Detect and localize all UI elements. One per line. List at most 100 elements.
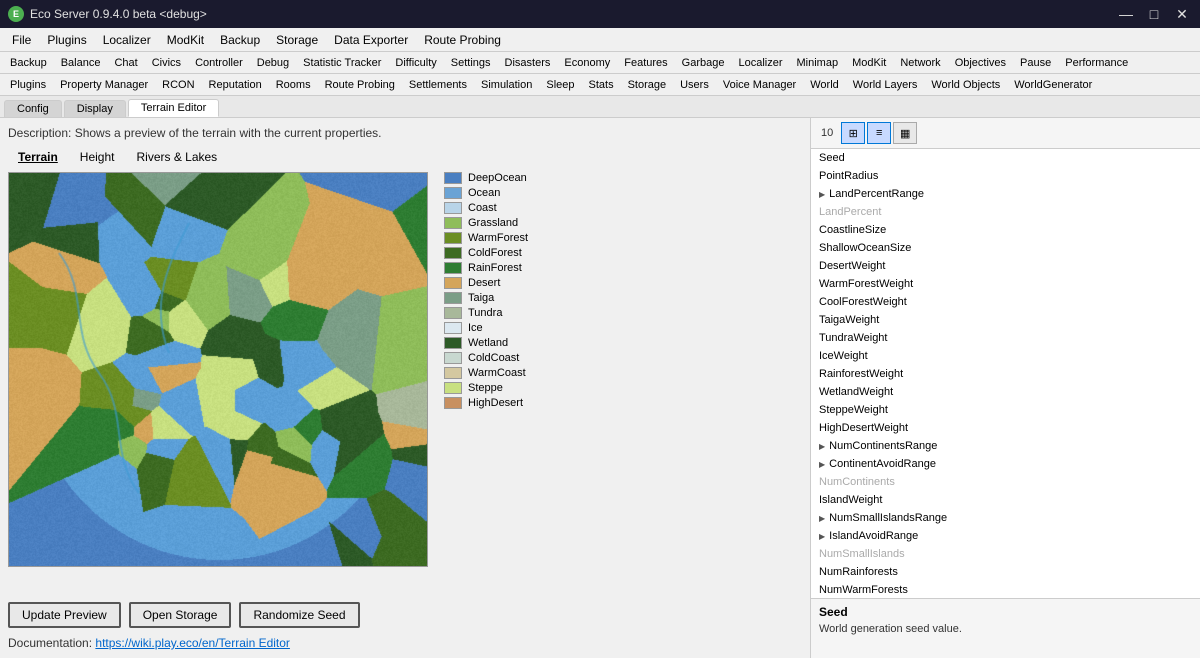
randomize-seed-button[interactable]: Randomize Seed (239, 602, 359, 628)
menu-item-file[interactable]: File (4, 31, 39, 49)
close-button[interactable]: ✕ (1172, 4, 1192, 24)
prop-row-tundraweight[interactable]: TundraWeight (811, 329, 1200, 347)
menu-item-localizer[interactable]: Localizer (95, 31, 159, 49)
toolbar-btn-difficulty[interactable]: Difficulty (389, 56, 442, 70)
menu-item-storage[interactable]: Storage (268, 31, 326, 49)
sub-tab-height[interactable]: Height (70, 148, 125, 166)
toolbar-btn-statistic-tracker[interactable]: Statistic Tracker (297, 56, 387, 70)
grid-view-button[interactable]: ⊞ (841, 122, 865, 144)
update-preview-button[interactable]: Update Preview (8, 602, 121, 628)
toolbar-btn-rcon[interactable]: RCON (156, 78, 200, 92)
toolbar-btn-reputation[interactable]: Reputation (203, 78, 268, 92)
prop-row-numcontinentsrange[interactable]: NumContinentsRange (811, 437, 1200, 455)
legend-color-tundra (444, 307, 462, 319)
legend-label-grassland: Grassland (468, 217, 518, 229)
toolbar-btn-world-objects[interactable]: World Objects (925, 78, 1006, 92)
legend-item-coldforest: ColdForest (444, 247, 528, 259)
open-storage-button[interactable]: Open Storage (129, 602, 232, 628)
toolbar-btn-route-probing[interactable]: Route Probing (319, 78, 401, 92)
toolbar-btn-settings[interactable]: Settings (445, 56, 497, 70)
prop-row-coastlinesize[interactable]: CoastlineSize (811, 221, 1200, 239)
menu-item-route-probing[interactable]: Route Probing (416, 31, 509, 49)
toolbar-btn-sleep[interactable]: Sleep (540, 78, 580, 92)
menu-item-data-exporter[interactable]: Data Exporter (326, 31, 416, 49)
maximize-button[interactable]: □ (1144, 4, 1164, 24)
prop-row-numwarmforests[interactable]: NumWarmForests (811, 581, 1200, 598)
toolbar-btn-storage[interactable]: Storage (622, 78, 673, 92)
window-controls[interactable]: — □ ✕ (1116, 4, 1192, 24)
toolbar-btn-backup[interactable]: Backup (4, 56, 53, 70)
toolbar-btn-debug[interactable]: Debug (251, 56, 295, 70)
toolbar-btn-pause[interactable]: Pause (1014, 56, 1057, 70)
prop-row-islandweight[interactable]: IslandWeight (811, 491, 1200, 509)
prop-row-numrainforests[interactable]: NumRainforests (811, 563, 1200, 581)
prop-row-coolforestweight[interactable]: CoolForestWeight (811, 293, 1200, 311)
sub-tab-terrain[interactable]: Terrain (8, 148, 68, 166)
toolbar-btn-plugins[interactable]: Plugins (4, 78, 52, 92)
toolbar-btn-disasters[interactable]: Disasters (499, 56, 557, 70)
toolbar-btn-stats[interactable]: Stats (583, 78, 620, 92)
toolbar-btn-world[interactable]: World (804, 78, 845, 92)
toolbar-btn-features[interactable]: Features (618, 56, 673, 70)
prop-row-numsmallislandsrange[interactable]: NumSmallIslandsRange (811, 509, 1200, 527)
tab-terrain-editor[interactable]: Terrain Editor (128, 99, 219, 117)
app-icon: E (8, 6, 24, 22)
prop-row-landpercentrange[interactable]: LandPercentRange (811, 185, 1200, 203)
prop-row-rainforestweight[interactable]: RainforestWeight (811, 365, 1200, 383)
toolbar-btn-objectives[interactable]: Objectives (949, 56, 1012, 70)
property-detail: Seed World generation seed value. (811, 598, 1200, 658)
tab-display[interactable]: Display (64, 100, 126, 117)
toolbar-btn-voice-manager[interactable]: Voice Manager (717, 78, 802, 92)
menu-item-plugins[interactable]: Plugins (39, 31, 94, 49)
tab-config[interactable]: Config (4, 100, 62, 117)
prop-row-pointradius[interactable]: PointRadius (811, 167, 1200, 185)
toolbar-btn-property-manager[interactable]: Property Manager (54, 78, 154, 92)
toolbar-btn-network[interactable]: Network (894, 56, 946, 70)
minimize-button[interactable]: — (1116, 4, 1136, 24)
prop-row-numsmallislands[interactable]: NumSmallIslands (811, 545, 1200, 563)
documentation-row: Documentation: https://wiki.play.eco/en/… (8, 636, 802, 650)
detail-view-button[interactable]: ▦ (893, 122, 917, 144)
prop-row-landpercent[interactable]: LandPercent (811, 203, 1200, 221)
legend-item-warmcoast: WarmCoast (444, 367, 528, 379)
toolbar-btn-localizer[interactable]: Localizer (732, 56, 788, 70)
prop-row-steppeweight[interactable]: SteppeWeight (811, 401, 1200, 419)
map-legend-area: DeepOceanOceanCoastGrasslandWarmForestCo… (8, 172, 802, 592)
toolbar-btn-economy[interactable]: Economy (558, 56, 616, 70)
legend-item-highdesert: HighDesert (444, 397, 528, 409)
toolbar-btn-civics[interactable]: Civics (146, 56, 187, 70)
toolbar-btn-controller[interactable]: Controller (189, 56, 249, 70)
documentation-link[interactable]: https://wiki.play.eco/en/Terrain Editor (95, 636, 290, 650)
prop-row-seed[interactable]: Seed (811, 149, 1200, 167)
toolbar-btn-chat[interactable]: Chat (108, 56, 143, 70)
toolbar-btn-worldgenerator[interactable]: WorldGenerator (1008, 78, 1098, 92)
prop-row-highdesertweight[interactable]: HighDesertWeight (811, 419, 1200, 437)
prop-row-warmforestweight[interactable]: WarmForestWeight (811, 275, 1200, 293)
window-title: Eco Server 0.9.4.0 beta <debug> (30, 7, 207, 21)
menu-item-modkit[interactable]: ModKit (159, 31, 212, 49)
toolbar-btn-rooms[interactable]: Rooms (270, 78, 317, 92)
toolbar-btn-performance[interactable]: Performance (1059, 56, 1134, 70)
menu-item-backup[interactable]: Backup (212, 31, 268, 49)
prop-row-shallowoceansize[interactable]: ShallowOceanSize (811, 239, 1200, 257)
toolbar-btn-users[interactable]: Users (674, 78, 715, 92)
legend-color-rainforest (444, 262, 462, 274)
toolbar-btn-modkit[interactable]: ModKit (846, 56, 892, 70)
toolbar-btn-world-layers[interactable]: World Layers (847, 78, 924, 92)
toolbar-btn-garbage[interactable]: Garbage (676, 56, 731, 70)
prop-row-numcontinents[interactable]: NumContinents (811, 473, 1200, 491)
toolbar-btn-simulation[interactable]: Simulation (475, 78, 538, 92)
prop-row-continentavoidrange[interactable]: ContinentAvoidRange (811, 455, 1200, 473)
toolbar-btn-balance[interactable]: Balance (55, 56, 107, 70)
prop-row-taigaweight[interactable]: TaigaWeight (811, 311, 1200, 329)
prop-row-islandavoidrange[interactable]: IslandAvoidRange (811, 527, 1200, 545)
legend-label-taiga: Taiga (468, 292, 494, 304)
toolbar-btn-settlements[interactable]: Settlements (403, 78, 473, 92)
prop-row-iceweight[interactable]: IceWeight (811, 347, 1200, 365)
legend-color-steppe (444, 382, 462, 394)
toolbar-btn-minimap[interactable]: Minimap (791, 56, 845, 70)
list-view-button[interactable]: ≡ (867, 122, 891, 144)
sub-tab-rivers-&-lakes[interactable]: Rivers & Lakes (126, 148, 227, 166)
prop-row-desertweight[interactable]: DesertWeight (811, 257, 1200, 275)
prop-row-wetlandweight[interactable]: WetlandWeight (811, 383, 1200, 401)
